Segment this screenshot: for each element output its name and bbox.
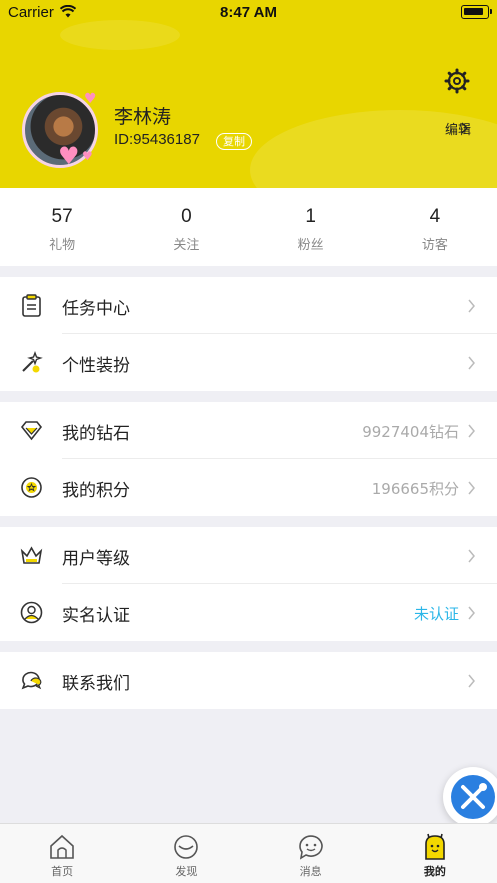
wand-icon <box>22 351 43 373</box>
menu-group-tasks: 任务中心 个性装扮 <box>0 277 497 391</box>
chat-icon <box>21 671 42 690</box>
battery-icon <box>461 5 492 19</box>
menu-item-points[interactable]: 我的积分 196665积分 <box>0 459 497 516</box>
discover-icon <box>174 835 199 859</box>
message-icon <box>298 835 323 860</box>
stat-label: 粉丝 <box>297 238 324 253</box>
menu-item-diamonds[interactable]: 我的钻石 9927404钻石 <box>0 402 497 459</box>
chevron-right-icon <box>468 549 475 563</box>
stat-label: 礼物 <box>49 238 76 253</box>
verification-status: 未认证 <box>413 605 459 623</box>
stat-label: 访客 <box>421 238 448 253</box>
points-icon <box>21 477 42 498</box>
menu-group-wallet: 我的钻石 9927404钻石 我的积分 196665积分 <box>0 402 497 516</box>
chevron-right-icon <box>461 122 469 134</box>
tab-discover[interactable]: 发现 <box>124 824 248 883</box>
home-icon <box>50 834 74 859</box>
user-id: ID:95436187 <box>114 131 200 148</box>
username: 李林涛 <box>114 106 172 128</box>
copy-id-button[interactable]: 复制 <box>216 133 252 150</box>
menu-item-label: 个性装扮 <box>62 356 130 376</box>
chevron-right-icon <box>468 424 475 438</box>
diamond-balance: 9927404钻石 <box>362 423 459 441</box>
avatar[interactable]: ♥ ♥ ♥ <box>18 88 102 172</box>
floating-tool-icon <box>451 775 495 819</box>
stat-value: 1 <box>305 206 316 227</box>
tab-messages[interactable]: 消息 <box>249 824 373 883</box>
stats-bar: 57 礼物 0 关注 1 粉丝 4 访客 <box>0 188 497 266</box>
menu-group-account: 用户等级 实名认证 未认证 <box>0 527 497 641</box>
stat-value: 4 <box>429 206 441 227</box>
tab-label: 我的 <box>423 865 446 878</box>
diamond-icon <box>20 421 43 441</box>
heart-decoration-icon: ♥ <box>82 149 93 163</box>
menu-item-label: 联系我们 <box>62 674 130 694</box>
floating-action-button[interactable] <box>443 767 497 827</box>
menu-item-personalize[interactable]: 个性装扮 <box>0 334 497 391</box>
chevron-right-icon <box>468 356 475 370</box>
tab-label: 消息 <box>299 865 322 878</box>
stat-value: 57 <box>51 206 73 227</box>
menu-item-real-name-verification[interactable]: 实名认证 未认证 <box>0 584 497 641</box>
menu-item-label: 我的积分 <box>62 481 130 501</box>
chevron-right-icon <box>468 674 475 688</box>
tab-label: 发现 <box>175 865 198 878</box>
stat-followers[interactable]: 1 粉丝 <box>249 188 373 266</box>
status-bar: Carrier 8:47 AM <box>0 0 497 26</box>
menu-item-label: 用户等级 <box>62 549 130 569</box>
chevron-right-icon <box>468 481 475 495</box>
stat-value: 0 <box>181 206 192 227</box>
clipboard-icon <box>22 294 41 317</box>
menu-item-label: 实名认证 <box>62 606 130 626</box>
menu-item-label: 我的钻石 <box>62 424 130 444</box>
crown-icon <box>20 546 43 564</box>
me-icon <box>425 833 445 860</box>
verify-icon <box>20 601 43 624</box>
profile-header: Carrier 8:47 AM ♥ ♥ ♥ 李林涛 ID:95436187 复制… <box>0 0 497 188</box>
tab-home[interactable]: 首页 <box>0 824 124 883</box>
stat-gifts[interactable]: 57 礼物 <box>0 188 124 266</box>
heart-decoration-icon: ♥ <box>84 91 97 107</box>
clock: 8:47 AM <box>220 4 277 21</box>
points-balance: 196665积分 <box>371 480 459 498</box>
stat-label: 关注 <box>173 238 200 253</box>
settings-gear-icon[interactable] <box>444 68 470 94</box>
menu-group-contact: 联系我们 <box>0 652 497 709</box>
tab-label: 首页 <box>51 865 74 878</box>
menu-item-label: 任务中心 <box>62 299 130 319</box>
tab-me[interactable]: 我的 <box>373 824 497 883</box>
stat-visitors[interactable]: 4 访客 <box>373 188 497 266</box>
chevron-right-icon <box>468 299 475 313</box>
heart-decoration-icon: ♥ <box>58 142 80 170</box>
menu-item-task-center[interactable]: 任务中心 <box>0 277 497 334</box>
menu-item-user-level[interactable]: 用户等级 <box>0 527 497 584</box>
tab-bar: 首页 发现 消息 我的 <box>0 823 497 883</box>
menu-item-contact-us[interactable]: 联系我们 <box>0 652 497 709</box>
chevron-right-icon <box>468 606 475 620</box>
stat-following[interactable]: 0 关注 <box>124 188 248 266</box>
